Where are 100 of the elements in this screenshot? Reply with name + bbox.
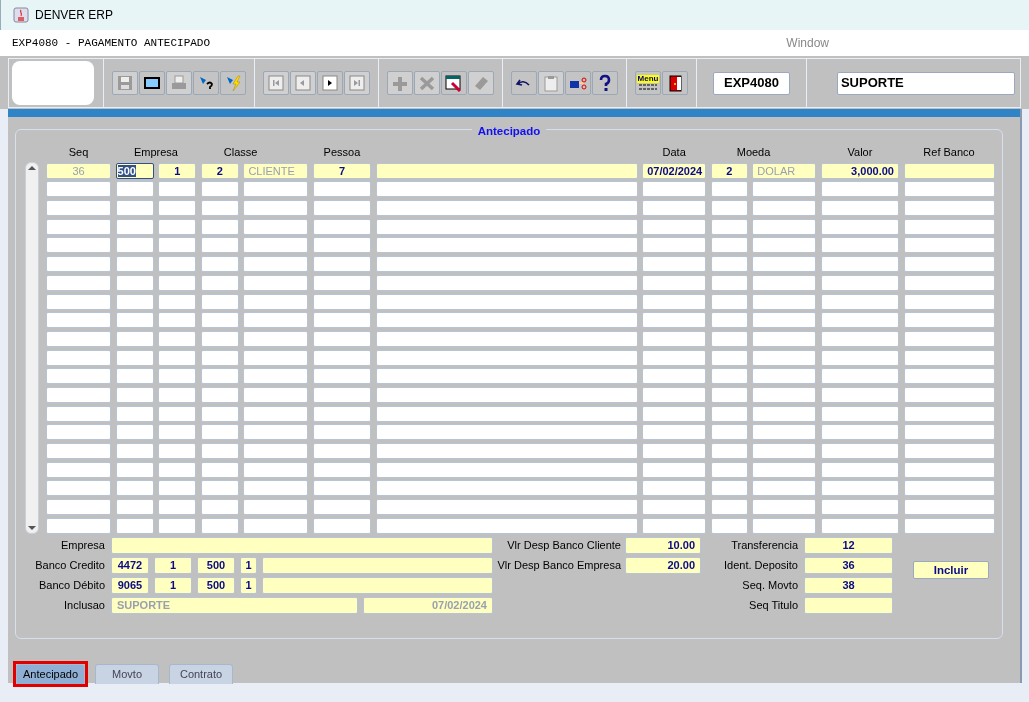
table-cell[interactable]: 1 — [158, 162, 197, 179]
table-cell[interactable] — [158, 386, 197, 403]
table-cell[interactable] — [115, 368, 154, 385]
table-cell[interactable] — [115, 218, 154, 235]
table-cell[interactable] — [312, 293, 371, 310]
table-cell[interactable] — [158, 499, 197, 516]
table-cell[interactable]: 7 — [312, 162, 371, 179]
table-cell[interactable] — [243, 517, 309, 534]
input-field[interactable]: 1 — [240, 557, 257, 574]
table-cell[interactable] — [115, 443, 154, 459]
table-cell[interactable] — [243, 368, 309, 385]
table-cell[interactable] — [752, 218, 817, 235]
table-cell[interactable] — [243, 424, 309, 441]
table-cell[interactable] — [642, 386, 707, 403]
table-cell[interactable] — [46, 386, 111, 403]
table-cell[interactable] — [115, 517, 154, 534]
input-field[interactable] — [804, 597, 893, 614]
table-cell[interactable] — [115, 499, 154, 516]
table-cell[interactable] — [115, 349, 154, 366]
table-cell[interactable] — [46, 256, 111, 273]
table-cell[interactable] — [375, 312, 638, 329]
input-field[interactable]: 500 — [197, 557, 235, 574]
table-cell[interactable] — [820, 386, 899, 403]
table-cell[interactable] — [820, 256, 899, 273]
lamp-question-button[interactable] — [193, 71, 219, 95]
table-cell[interactable] — [243, 256, 309, 273]
table-cell[interactable] — [46, 237, 111, 254]
table-cell[interactable] — [312, 480, 371, 497]
table-cell[interactable] — [158, 293, 197, 310]
table-cell[interactable] — [312, 200, 371, 217]
table-cell[interactable] — [158, 461, 197, 478]
table-cell[interactable] — [375, 368, 638, 385]
table-cell[interactable] — [243, 200, 309, 217]
table-cell[interactable] — [820, 218, 899, 235]
table-cell[interactable] — [375, 274, 638, 291]
table-cell[interactable] — [158, 330, 197, 347]
help-button[interactable] — [592, 71, 618, 95]
table-cell[interactable]: 07/02/2024 — [642, 162, 707, 179]
input-field[interactable]: 38 — [804, 577, 893, 594]
table-cell[interactable] — [710, 517, 748, 534]
table-cell[interactable] — [710, 480, 748, 497]
input-field[interactable]: 36 — [804, 557, 893, 574]
menu-button[interactable]: Menu — [635, 71, 661, 95]
table-cell[interactable] — [243, 237, 309, 254]
input-field[interactable]: 20.00 — [625, 557, 701, 574]
table-cell[interactable] — [158, 517, 197, 534]
table-cell[interactable] — [903, 218, 995, 235]
table-cell[interactable] — [312, 405, 371, 422]
input-field[interactable] — [111, 537, 493, 554]
table-cell[interactable] — [710, 256, 748, 273]
table-cell[interactable] — [710, 499, 748, 516]
table-cell[interactable] — [200, 181, 239, 198]
tab[interactable]: Antecipado — [16, 664, 86, 684]
table-cell[interactable] — [710, 443, 748, 459]
table-cell[interactable] — [375, 200, 638, 217]
table-cell[interactable] — [46, 200, 111, 217]
table-cell[interactable] — [903, 461, 995, 478]
input-field[interactable] — [262, 557, 493, 574]
table-cell[interactable] — [642, 237, 707, 254]
table-cell[interactable] — [820, 293, 899, 310]
input-field[interactable]: 10.00 — [625, 537, 701, 554]
table-cell[interactable]: 500 — [115, 162, 154, 179]
table-cell[interactable] — [46, 461, 111, 478]
table-cell[interactable] — [903, 424, 995, 441]
table-cell[interactable] — [312, 499, 371, 516]
table-cell[interactable] — [200, 349, 239, 366]
table-cell[interactable] — [752, 424, 817, 441]
table-cell[interactable] — [200, 517, 239, 534]
table-cell[interactable] — [642, 274, 707, 291]
table-cell[interactable] — [903, 368, 995, 385]
table-cell[interactable] — [903, 517, 995, 534]
table-cell[interactable] — [200, 424, 239, 441]
table-cell[interactable] — [115, 461, 154, 478]
window-button[interactable] — [139, 71, 165, 95]
table-cell[interactable] — [375, 162, 638, 179]
scroll-up-icon[interactable] — [28, 165, 36, 171]
table-cell[interactable] — [375, 293, 638, 310]
input-field[interactable]: 1 — [240, 577, 257, 594]
table-cell[interactable] — [642, 443, 707, 459]
table-cell[interactable] — [710, 200, 748, 217]
table-cell[interactable] — [200, 200, 239, 217]
table-cell[interactable] — [752, 517, 817, 534]
input-field[interactable]: 4472 — [111, 557, 149, 574]
table-cell[interactable] — [243, 181, 309, 198]
table-cell[interactable] — [903, 349, 995, 366]
table-cell[interactable] — [903, 181, 995, 198]
table-cell[interactable] — [642, 330, 707, 347]
table-cell[interactable] — [752, 368, 817, 385]
table-cell[interactable] — [200, 499, 239, 516]
table-cell[interactable] — [115, 200, 154, 217]
table-cell[interactable] — [820, 200, 899, 217]
table-cell[interactable] — [46, 499, 111, 516]
table-cell[interactable] — [312, 517, 371, 534]
table-cell[interactable] — [158, 256, 197, 273]
exit-door-button[interactable] — [662, 71, 688, 95]
table-cell[interactable] — [820, 480, 899, 497]
table-cell[interactable] — [375, 480, 638, 497]
table-cell[interactable] — [710, 386, 748, 403]
table-cell[interactable] — [115, 424, 154, 441]
table-cell[interactable] — [752, 443, 817, 459]
